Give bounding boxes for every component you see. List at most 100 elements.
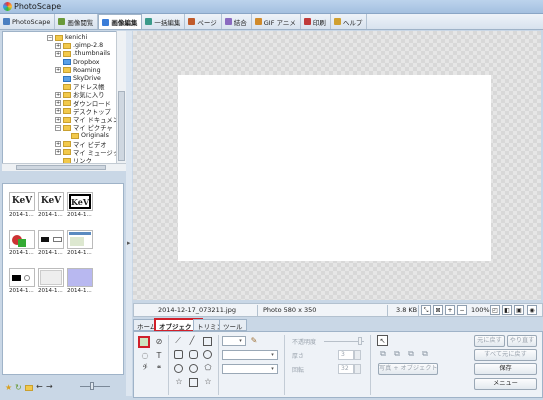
tab-tools[interactable]: ツール — [219, 319, 247, 331]
thumbnail-item[interactable]: KeV 2014-1... — [38, 192, 64, 218]
folder-tree-vertical-scrollbar[interactable] — [116, 31, 126, 171]
rounded-square-icon[interactable] — [189, 350, 198, 359]
insert-photo-icon[interactable] — [138, 336, 150, 348]
star-icon[interactable]: ★ — [5, 383, 13, 392]
color-dropdown[interactable]: ▾ — [222, 336, 246, 346]
thumbnail-image[interactable]: KeV — [67, 192, 93, 211]
rotation-input[interactable]: 32 — [338, 364, 354, 374]
thumbnail-image[interactable] — [67, 230, 93, 249]
text-icon[interactable]: T — [154, 351, 164, 361]
expand-icon[interactable]: + — [55, 91, 61, 98]
thumbnail-item[interactable]: 2014-1... — [67, 230, 93, 256]
tab-8[interactable]: ヘルプ — [331, 14, 368, 29]
folder-tree-horizontal-scrollbar[interactable] — [2, 163, 126, 171]
thumbnail-item[interactable]: KeV 2014-1... — [67, 192, 93, 218]
star-outline-icon[interactable]: ☆ — [203, 377, 213, 387]
expand-icon[interactable]: + — [55, 42, 61, 49]
expand-icon[interactable]: + — [55, 149, 61, 156]
expand-icon[interactable]: + — [55, 100, 61, 107]
thumbnail-item[interactable]: 2014-1... — [9, 268, 35, 294]
zoom-out-icon[interactable]: − — [457, 305, 467, 315]
thumbnail-item[interactable]: 2014-1... — [38, 230, 64, 256]
crop-view-icon[interactable]: ⊠ — [433, 305, 443, 315]
edited-photo[interactable] — [178, 75, 491, 261]
folder-tree[interactable]: − kenichi + .gimp-2.8 + .thumbnails Dropbox + Ro… — [2, 31, 126, 171]
ellipse-icon[interactable] — [203, 350, 212, 359]
tab-3[interactable]: 一括編集 — [142, 14, 186, 29]
collapse-icon[interactable]: − — [55, 124, 61, 131]
thickness-stepper[interactable] — [354, 350, 361, 360]
select-cursor-icon[interactable]: ↖ — [377, 335, 388, 346]
undo-button[interactable]: 元に戻す — [474, 335, 505, 347]
thumbnail-image[interactable] — [38, 268, 64, 287]
zoom-in-icon[interactable]: + — [445, 305, 455, 315]
collapse-arrow-icon[interactable]: ▸ — [127, 239, 131, 247]
circle-icon[interactable] — [174, 364, 183, 373]
thumbnail-image[interactable] — [67, 268, 93, 287]
expand-icon[interactable]: + — [55, 50, 61, 57]
stamp-icon[interactable]: ⊘ — [154, 337, 164, 347]
object-front-icon[interactable]: ⧉ — [378, 349, 388, 359]
line-icon[interactable]: ╱ — [187, 336, 197, 346]
object-copy-icon[interactable]: ⧉ — [406, 349, 416, 359]
undo-all-button[interactable]: すべて元に戻す — [474, 349, 537, 361]
expand-icon[interactable]: + — [55, 108, 61, 115]
panel-splitter[interactable]: ▸ — [126, 31, 132, 396]
rotate-icon[interactable]: ↻ — [15, 383, 23, 392]
thumbnail-item[interactable]: 2014-1... — [9, 230, 35, 256]
line-style-dropdown[interactable]: ▾ — [222, 350, 278, 360]
rotation-stepper[interactable] — [354, 364, 361, 374]
speech-balloon-icon[interactable]: ◌ — [140, 351, 150, 361]
star-shape-icon[interactable]: ☆ — [174, 377, 184, 387]
thumbnail-image[interactable] — [9, 230, 35, 249]
menu-button[interactable]: メニュー — [474, 378, 537, 390]
opacity-slider-handle[interactable] — [358, 337, 362, 345]
redo-button[interactable]: やり直す — [507, 335, 537, 347]
quote-icon[interactable]: ❝ — [154, 364, 164, 374]
thumbnail-image[interactable]: KeV — [9, 192, 35, 211]
thumbnail-item[interactable]: 2014-1... — [67, 268, 93, 294]
tab-2[interactable]: 画像編集 — [98, 14, 143, 29]
square-icon[interactable] — [189, 378, 198, 387]
tab-1[interactable]: 画像閲覧 — [55, 14, 99, 29]
thumbnail-image[interactable]: KeV — [38, 192, 64, 211]
slider-handle[interactable] — [90, 382, 94, 390]
rectangle-icon[interactable] — [203, 337, 212, 346]
pen-icon[interactable]: ⟋ — [173, 336, 183, 346]
thumbnail-image[interactable] — [9, 268, 35, 287]
photo-object-button[interactable]: 写真 + オブジェクト — [378, 363, 438, 375]
expand-icon[interactable]: + — [55, 141, 61, 148]
scrollbar-thumb[interactable] — [16, 165, 106, 170]
pentagon-icon[interactable]: ⬠ — [203, 363, 213, 373]
circle-outline-icon[interactable] — [189, 364, 198, 373]
forward-arrow-icon[interactable]: → — [46, 382, 54, 391]
thickness-input[interactable]: 3 — [338, 350, 354, 360]
tab-7[interactable]: 印刷 — [301, 14, 331, 29]
collapse-icon[interactable]: − — [47, 34, 53, 41]
tab-6[interactable]: GIF アニメ — [252, 14, 301, 29]
zoom-fit-icon[interactable]: ◰ — [490, 305, 500, 315]
scrollbar-thumb[interactable] — [118, 91, 125, 161]
thumbnail-item[interactable]: KeV 2014-1... — [9, 192, 35, 218]
thumbnail-image[interactable] — [38, 230, 64, 249]
eyedropper-icon[interactable]: ✎ — [249, 336, 259, 346]
open-folder-icon[interactable] — [25, 385, 33, 391]
expand-icon[interactable]: + — [55, 67, 61, 74]
thumbnail-size-slider[interactable] — [80, 386, 110, 387]
thumbnail-item[interactable]: 2014-1... — [38, 268, 64, 294]
line-width-dropdown[interactable]: ▾ — [222, 364, 278, 374]
object-back-icon[interactable]: ⧉ — [392, 349, 402, 359]
tab-0[interactable]: PhotoScape — [0, 14, 56, 29]
rounded-rectangle-icon[interactable] — [174, 350, 183, 359]
back-arrow-icon[interactable]: ← — [36, 382, 44, 391]
compare-icon[interactable]: ◧ — [502, 305, 512, 315]
expand-icon[interactable]: + — [55, 116, 61, 123]
navigator-icon[interactable]: ◉ — [527, 305, 537, 315]
fit-window-icon[interactable]: ⤡ — [421, 305, 431, 315]
tab-5[interactable]: 結合 — [222, 14, 252, 29]
fullscreen-icon[interactable]: ▣ — [514, 305, 524, 315]
save-button[interactable]: 保存 — [474, 363, 537, 375]
symbol-icon[interactable]: 𝄣 — [140, 364, 150, 374]
object-delete-icon[interactable]: ⧉ — [420, 349, 430, 359]
tab-4[interactable]: ページ — [185, 14, 222, 29]
